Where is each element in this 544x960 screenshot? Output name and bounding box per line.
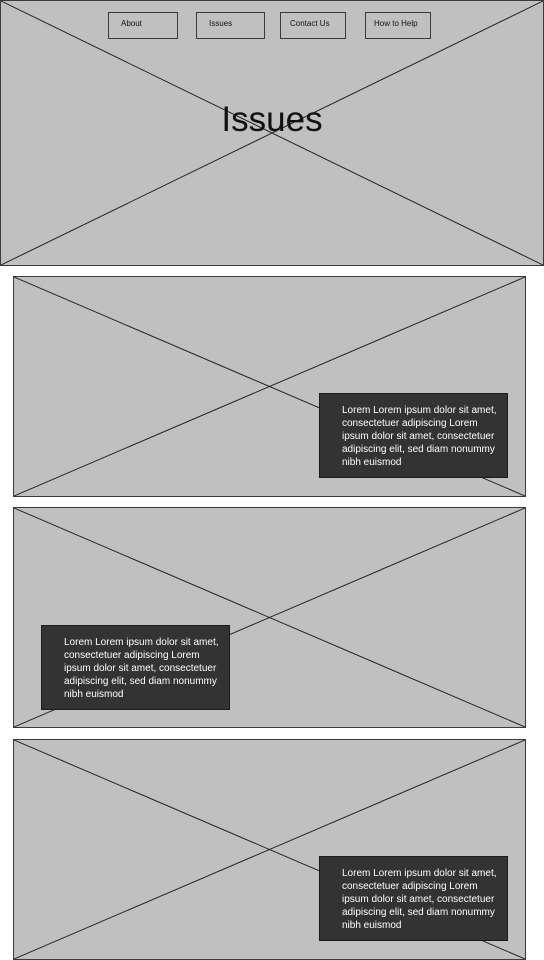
nav-contact-us-button[interactable]: Contact Us bbox=[280, 12, 346, 39]
nav-issues-button[interactable]: Issues bbox=[196, 12, 265, 39]
page-title: Issues bbox=[221, 100, 323, 139]
section-2-text-box: Lorem Lorem ipsum dolor sit amet, consec… bbox=[41, 625, 230, 710]
section-3-text-box: Lorem Lorem ipsum dolor sit amet, consec… bbox=[319, 856, 508, 941]
nav-about-button[interactable]: About bbox=[108, 12, 178, 39]
section-1-text-box: Lorem Lorem ipsum dolor sit amet, consec… bbox=[319, 393, 508, 478]
nav-how-to-help-button[interactable]: How to Help bbox=[365, 12, 431, 39]
